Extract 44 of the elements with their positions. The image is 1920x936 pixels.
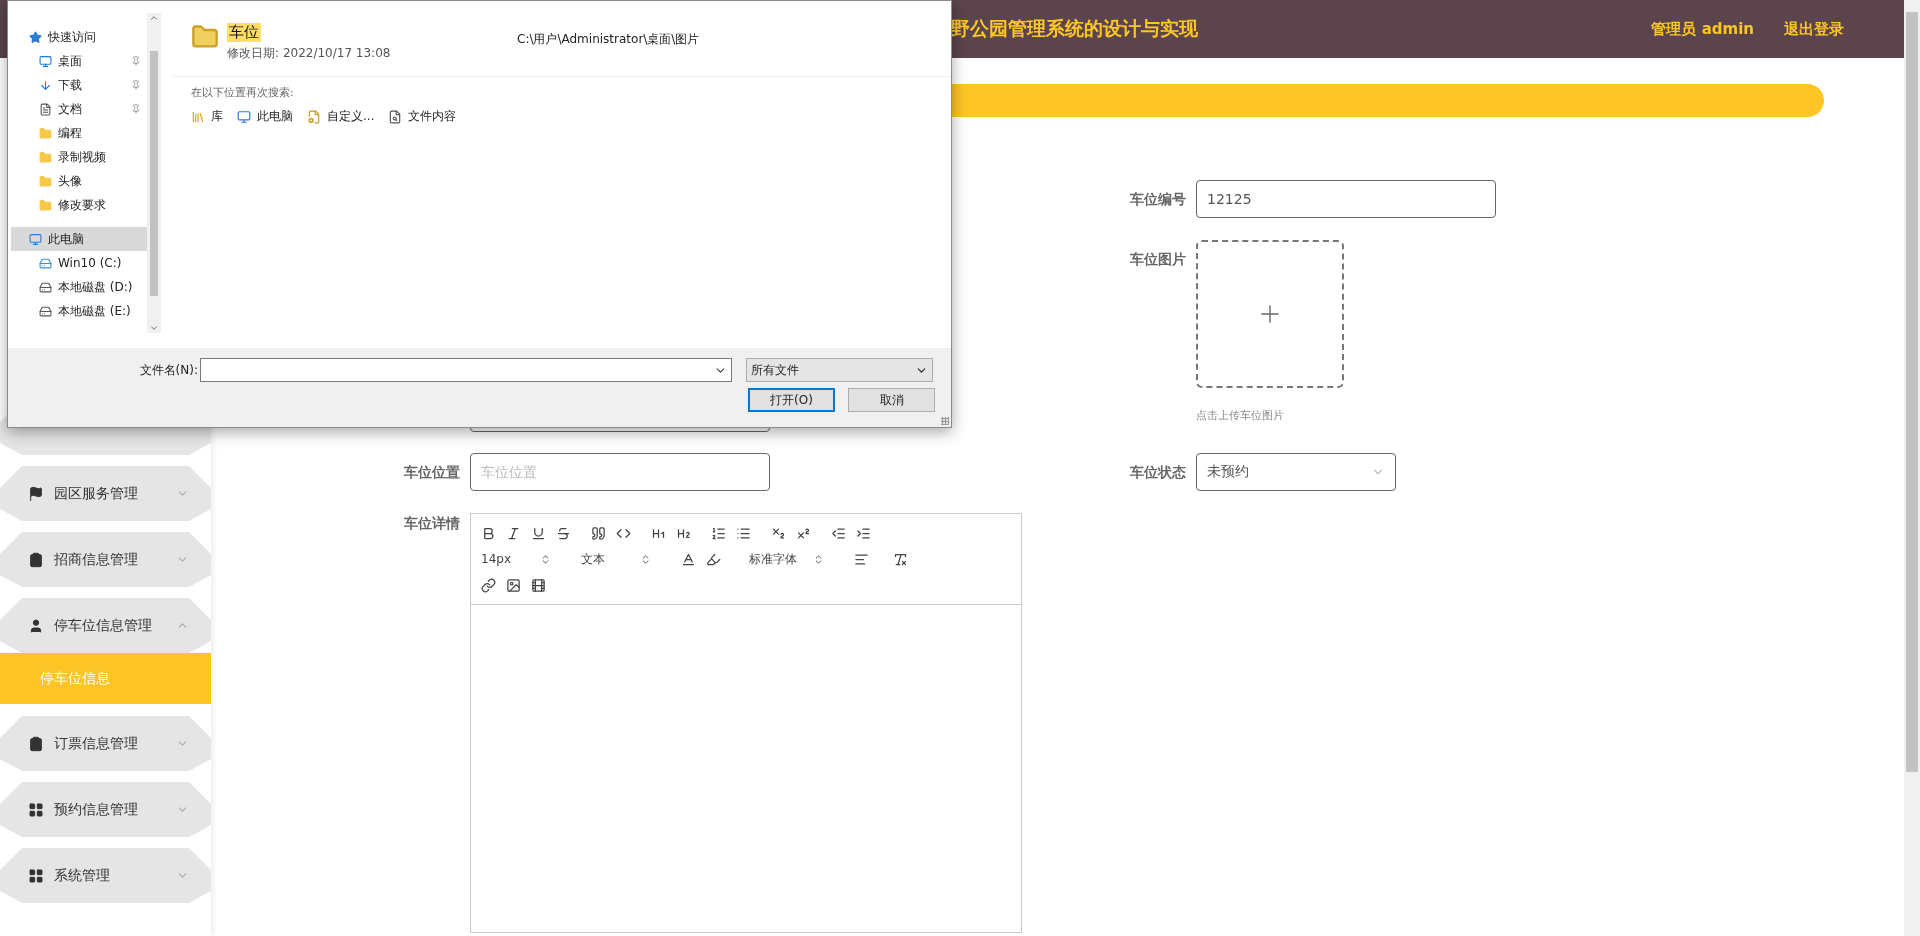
sidebar-item[interactable]: 订票信息管理 <box>0 716 211 771</box>
nav-item[interactable]: 编程 <box>11 121 147 145</box>
field-label: 车位编号 <box>1129 190 1186 209</box>
sidebar-item[interactable]: 园区服务管理 <box>0 466 211 521</box>
rich-text-editor[interactable]: 14px 文本 标准字体 <box>470 513 1022 933</box>
nav-item[interactable]: 桌面 <box>11 49 147 73</box>
search-location-link[interactable]: 文件内容 <box>388 108 457 125</box>
nav-item[interactable]: 录制视频 <box>11 145 147 169</box>
nav-item[interactable]: 文档 <box>11 97 147 121</box>
field-label: 车位状态 <box>1129 463 1186 482</box>
nav-item[interactable]: 下载 <box>11 73 147 97</box>
file-type-select[interactable]: 所有文件 <box>746 358 933 382</box>
field-label: 车位图片 <box>1129 250 1186 269</box>
input-field[interactable]: 12125 <box>1196 180 1496 218</box>
font-select[interactable]: 标准字体 <box>749 550 824 568</box>
logout-link[interactable]: 退出登录 <box>1784 19 1844 39</box>
status-select[interactable]: 未预约 <box>1196 453 1396 491</box>
file-item[interactable]: 车位 修改日期: 2022/10/17 13:08 C:\用户\Administrator\桌面\图片 <box>173 13 951 77</box>
nav-item[interactable]: 本地磁盘 (E:) <box>11 299 147 323</box>
search-location-link[interactable]: 此电脑 <box>237 108 293 125</box>
field-label: 车位位置 <box>403 463 460 482</box>
nav-item[interactable]: 此电脑 <box>11 227 147 251</box>
nav-item[interactable]: 快速访问 <box>11 25 147 49</box>
sidebar-item[interactable]: 停车位信息管理 <box>0 598 211 653</box>
upload-hint: 点击上传车位图片 <box>1196 408 1285 423</box>
search-again-label: 在以下位置再次搜索: <box>191 85 295 100</box>
sidebar-item[interactable]: 系统管理 <box>0 848 211 903</box>
nav-item[interactable]: 头像 <box>11 169 147 193</box>
nav-item[interactable]: Win10 (C:) <box>11 251 147 275</box>
search-location-link[interactable]: 自定义... <box>307 108 375 125</box>
user-link[interactable]: 管理员 admin <box>1651 19 1754 39</box>
sidebar-item[interactable]: 预约信息管理 <box>0 782 211 837</box>
input-field[interactable]: 车位位置 <box>470 453 770 491</box>
dialog-button[interactable]: 取消 <box>848 388 935 412</box>
nav-item[interactable]: 本地磁盘 (D:) <box>11 275 147 299</box>
dialog-button[interactable]: 打开(O) <box>748 388 835 412</box>
size-select[interactable]: 14px <box>481 552 551 566</box>
search-location-link[interactable]: 库 <box>191 108 223 125</box>
filename-label: 文件名(N): <box>138 361 199 379</box>
header-select[interactable]: 文本 <box>581 550 651 568</box>
nav-item[interactable]: 修改要求 <box>11 193 147 217</box>
app-title: 野公园管理系统的设计与实现 <box>951 16 1199 41</box>
sidebar-item[interactable]: 招商信息管理 <box>0 532 211 587</box>
field-label: 车位详情 <box>403 514 460 533</box>
